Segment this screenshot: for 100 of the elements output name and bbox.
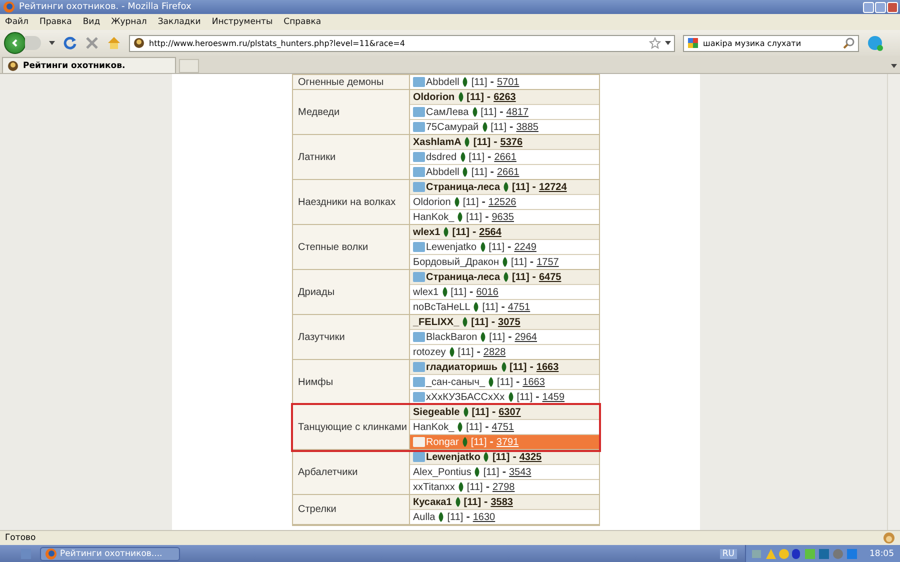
score-link[interactable]: 6307 — [498, 406, 521, 418]
search-field[interactable]: шакіра музика слухати — [683, 34, 859, 52]
level-text: [11] — [464, 496, 482, 508]
back-button[interactable] — [4, 32, 26, 54]
player-link[interactable]: Oldorion — [413, 92, 455, 102]
home-icon[interactable] — [107, 36, 121, 50]
scrollbar[interactable] — [887, 74, 900, 530]
player-link[interactable]: HanKok_ — [413, 422, 454, 432]
score-link[interactable]: 9635 — [492, 212, 514, 222]
player-link[interactable]: Кусака1 — [413, 496, 452, 508]
player-link[interactable]: rotozey — [413, 346, 446, 358]
level-text: [11] — [466, 422, 482, 432]
score-link[interactable]: 1663 — [522, 376, 545, 388]
player-link[interactable]: dsdred — [426, 152, 457, 162]
address-field[interactable]: http://www.heroeswm.ru/plstats_hunters.php?level=11&race=4 — [129, 34, 675, 52]
site-icon — [133, 37, 145, 49]
score-link[interactable]: 3075 — [498, 316, 520, 328]
player-link[interactable]: Aulla — [413, 512, 436, 522]
dropdown-caret-icon[interactable] — [665, 41, 671, 45]
separator-text: - — [512, 451, 516, 463]
player-link[interactable]: _FELIXX_ — [413, 316, 460, 328]
player-link[interactable]: wlex1 — [413, 286, 439, 298]
stop-icon[interactable] — [85, 36, 99, 50]
close-button[interactable] — [887, 2, 898, 12]
player-link[interactable]: Abbdell — [426, 76, 460, 88]
player-link[interactable]: xxTitanxx — [413, 482, 455, 492]
player-link[interactable]: Siegeable — [413, 406, 460, 418]
score-link[interactable]: 2249 — [514, 242, 536, 252]
level-text: [11] — [480, 106, 497, 118]
search-engine-icon[interactable] — [687, 37, 699, 49]
player-link[interactable]: Alex_Pontius — [413, 466, 472, 478]
score-link[interactable]: 12724 — [538, 182, 567, 192]
separator-text: - — [501, 301, 505, 313]
reload-icon[interactable] — [63, 36, 77, 50]
score-link[interactable]: 6016 — [476, 286, 498, 298]
menu-item[interactable]: Закладки — [158, 17, 201, 27]
level-text: [11] — [512, 272, 530, 282]
score-link[interactable]: 2661 — [496, 166, 520, 178]
score-link[interactable]: 5701 — [496, 76, 520, 88]
score-link[interactable]: 1663 — [536, 362, 559, 372]
player-link[interactable]: Бордовый_Дракон — [413, 256, 499, 268]
start-icon[interactable] — [20, 548, 32, 560]
player-link[interactable]: Страница-леса — [426, 272, 500, 282]
chat-app-icon[interactable] — [867, 35, 883, 51]
level-text: [11] — [510, 256, 527, 268]
score-link[interactable]: 2798 — [492, 482, 515, 492]
score-link[interactable]: 2661 — [494, 152, 516, 162]
browser-tab[interactable]: Рейтинги охотников. — [2, 57, 176, 73]
unit-name-cell: Огненные демоны — [293, 75, 410, 89]
separator-text: - — [466, 511, 470, 523]
menu-item[interactable]: Вид — [82, 17, 100, 27]
menu-item[interactable]: Журнал — [111, 17, 147, 27]
score-link[interactable]: 1630 — [472, 512, 496, 522]
player-link[interactable]: Lewenjatko — [426, 242, 477, 252]
maximize-button[interactable] — [875, 2, 886, 12]
unit-name-cell: Арбалетчики — [293, 450, 410, 494]
player-link[interactable]: HanKok_ — [413, 212, 454, 222]
player-link[interactable]: Страница-леса — [426, 182, 500, 192]
level-text: [11] — [468, 152, 485, 162]
player-link[interactable]: noBcTaHeLL — [413, 302, 470, 312]
unit-name-cell: Дриады — [293, 270, 410, 314]
separator-text: - — [472, 226, 476, 238]
score-link[interactable]: 4325 — [519, 452, 542, 462]
score-link[interactable]: 2564 — [479, 226, 502, 238]
player-link[interactable]: Oldorion — [413, 196, 451, 208]
player-link[interactable]: xXxКУЗБАССxXx — [426, 392, 505, 402]
score-link[interactable]: 4817 — [506, 106, 529, 118]
player-link[interactable]: Lewenjatko — [426, 452, 480, 462]
player-link[interactable]: _сан-саныч_ — [426, 376, 486, 388]
score-link[interactable]: 1459 — [542, 392, 565, 402]
score-link[interactable]: 6475 — [538, 272, 562, 282]
score-link[interactable]: 4751 — [508, 302, 530, 312]
player-link[interactable]: гладиаторишь — [426, 362, 498, 372]
menu-item[interactable]: Правка — [39, 17, 72, 27]
dropdown-caret-icon[interactable] — [49, 41, 55, 45]
menu-item[interactable]: Файл — [5, 17, 28, 27]
search-icon[interactable] — [843, 37, 855, 49]
score-link[interactable]: 3543 — [508, 466, 532, 478]
player-link[interactable]: wlex1 — [413, 226, 440, 238]
player-link[interactable]: Abbdell — [426, 166, 460, 178]
score-link[interactable]: 12526 — [488, 196, 516, 208]
player-link[interactable]: СамЛева — [426, 106, 469, 118]
score-link[interactable]: 6263 — [494, 92, 516, 102]
minimize-button[interactable] — [863, 2, 874, 12]
score-link[interactable]: 2828 — [483, 346, 506, 358]
player-link[interactable]: XashlamA — [413, 136, 462, 148]
star-icon[interactable] — [649, 37, 661, 49]
unit-name-cell: Наездники на волках — [293, 180, 410, 224]
score-link[interactable]: 2964 — [514, 332, 537, 342]
menu-item[interactable]: Справка — [284, 17, 322, 27]
separator-text: - — [494, 136, 498, 148]
menu-item[interactable]: Инструменты — [212, 17, 273, 27]
player-link[interactable]: BlackBaron — [426, 332, 478, 342]
status-text: Готово — [5, 533, 36, 543]
score-link[interactable]: 3885 — [516, 122, 538, 132]
score-link[interactable]: 5376 — [500, 136, 523, 148]
player-link[interactable]: 75Самурай — [426, 122, 479, 132]
score-link[interactable]: 4751 — [492, 422, 514, 432]
score-link[interactable]: 3583 — [490, 496, 513, 508]
score-link[interactable]: 1757 — [536, 256, 559, 268]
